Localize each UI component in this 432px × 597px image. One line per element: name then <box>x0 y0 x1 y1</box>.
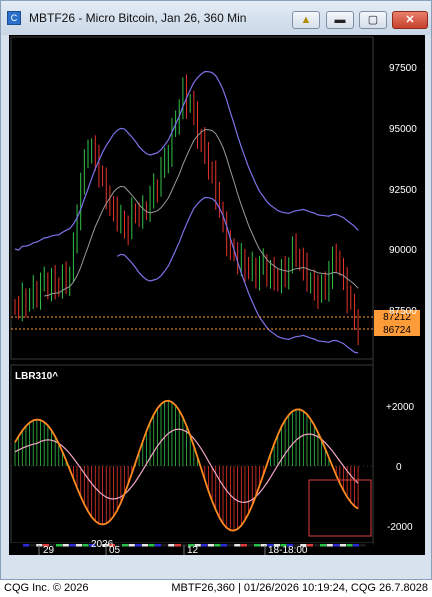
session-segment <box>326 544 333 547</box>
session-segment <box>359 544 366 547</box>
price-bars <box>14 74 359 346</box>
chart-canvas[interactable]: 87212 86724 97500 95000 92500 90000 8750… <box>9 35 425 556</box>
session-segment <box>161 544 168 547</box>
selection-box[interactable] <box>308 479 372 537</box>
session-segment <box>346 544 353 547</box>
session-segment <box>333 544 340 547</box>
price-tick: 87500 <box>389 306 417 317</box>
status-copyright: CQG Inc. © 2026 <box>4 582 89 594</box>
time-label: 12 <box>187 545 199 555</box>
price-tick: 97500 <box>389 63 417 74</box>
maximize-button[interactable]: ▢ <box>359 11 387 29</box>
chart-area[interactable]: 87212 86724 97500 95000 92500 90000 8750… <box>9 35 425 556</box>
session-segment <box>82 544 89 547</box>
session-segment <box>221 544 228 547</box>
oscillator-histogram <box>14 400 359 531</box>
session-segment <box>353 544 360 547</box>
price-tick: 92500 <box>389 185 417 196</box>
indicator-panel-frame <box>10 364 374 544</box>
minimize-button[interactable]: ▬ <box>326 11 354 29</box>
session-segment <box>240 544 247 547</box>
price-tick: 90000 <box>389 245 417 256</box>
session-segment <box>56 544 63 547</box>
session-segment <box>306 544 313 547</box>
close-button[interactable]: ✕ <box>392 11 428 29</box>
session-segment <box>174 544 181 547</box>
session-segment <box>168 544 175 547</box>
session-segment <box>148 544 155 547</box>
session-segment <box>122 544 129 547</box>
session-segment <box>201 544 208 547</box>
session-segment <box>227 544 234 547</box>
session-segment <box>69 544 76 547</box>
indicator-tick: -2000 <box>387 522 413 533</box>
price-tick: 95000 <box>389 124 417 135</box>
chart-window: C MBTF26 - Micro Bitcoin, Jan 26, 360 Mi… <box>0 0 432 580</box>
session-segment <box>23 544 30 547</box>
status-bar: CQG Inc. © 2026 MBTF26,360 | 01/26/2026 … <box>0 580 432 597</box>
time-label: 05 <box>109 545 121 555</box>
indicator-tick: 0 <box>396 462 402 473</box>
session-segment <box>234 544 241 547</box>
window-title: MBTF26 - Micro Bitcoin, Jan 26, 360 Min <box>29 11 247 25</box>
session-segment <box>135 544 142 547</box>
session-segment <box>313 544 320 547</box>
session-segment <box>254 544 261 547</box>
session-segment <box>320 544 327 547</box>
session-segment <box>207 544 214 547</box>
session-segment <box>247 544 254 547</box>
session-segment <box>128 544 135 547</box>
cqg-app-icon[interactable]: C <box>7 11 21 25</box>
session-segment <box>155 544 162 547</box>
session-segment <box>62 544 69 547</box>
indicator-tick: +2000 <box>386 402 415 413</box>
session-segment <box>339 544 346 547</box>
warning-icon[interactable]: ▲ <box>292 11 320 29</box>
status-info: MBTF26,360 | 01/26/2026 10:19:24, CQG 26… <box>171 582 428 594</box>
price-marker-low-label: 86724 <box>383 325 411 336</box>
session-segment <box>260 544 267 547</box>
title-bar[interactable]: C MBTF26 - Micro Bitcoin, Jan 26, 360 Mi… <box>1 1 431 35</box>
session-segment <box>29 544 36 547</box>
session-segment <box>75 544 82 547</box>
time-label: 18-18:00 <box>268 545 308 555</box>
indicator-label: LBR310^ <box>15 371 58 382</box>
session-segment <box>141 544 148 547</box>
session-segment <box>214 544 221 547</box>
time-label: 29 <box>43 545 55 555</box>
